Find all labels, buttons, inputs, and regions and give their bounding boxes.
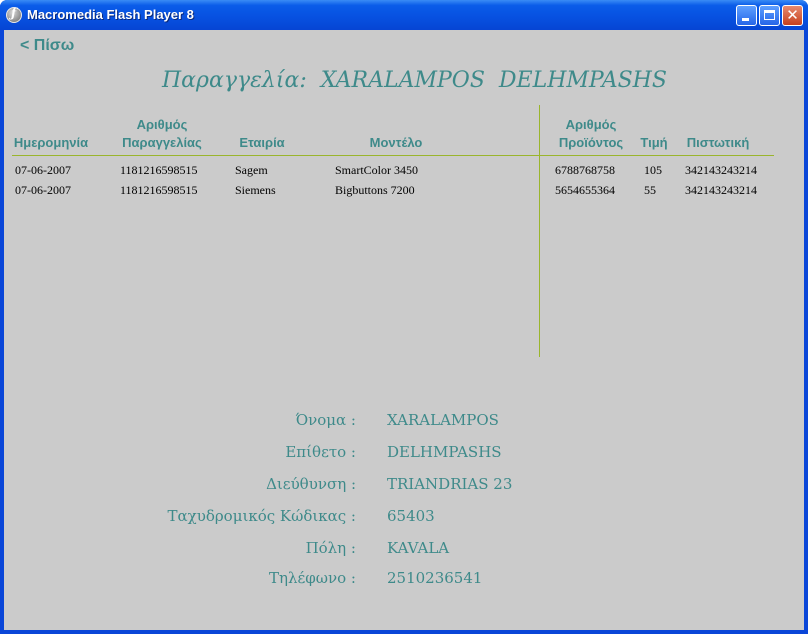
cell-model: SmartColor 3450 xyxy=(335,163,418,177)
cell-order-number: 1181216598515 xyxy=(120,163,198,177)
last-name-label: Επίθετο : xyxy=(285,443,356,461)
cell-model: Bigbuttons 7200 xyxy=(335,183,415,197)
header-price: Τιμή xyxy=(640,135,668,150)
close-button[interactable]: ✕ xyxy=(782,5,803,26)
maximize-button[interactable] xyxy=(759,5,780,26)
address-label: Διεύθυνση : xyxy=(266,475,356,493)
window-title: Macromedia Flash Player 8 xyxy=(27,7,194,22)
cell-date: 07-06-2007 xyxy=(15,183,71,197)
cell-price: 105 xyxy=(644,163,662,177)
cell-credit: 342143243214 xyxy=(685,163,757,177)
cell-company: Siemens xyxy=(235,183,276,197)
cell-order-number: 1181216598515 xyxy=(120,183,198,197)
close-icon: ✕ xyxy=(786,6,799,24)
flash-player-icon xyxy=(6,6,22,23)
city-value: KAVALA xyxy=(387,539,450,557)
first-name-label: Όνομα : xyxy=(295,411,356,429)
header-order-number-line1: Αριθμός xyxy=(136,117,188,132)
back-button[interactable]: < Πίσω xyxy=(20,37,74,55)
address-value: TRIANDRIAS 23 xyxy=(387,475,513,493)
header-product-number-line1: Αριθμός xyxy=(565,117,617,132)
cell-price: 55 xyxy=(644,183,656,197)
order-title: Παραγγελία: XARALAMPOS DELHMPASHS xyxy=(162,68,667,93)
cell-product-number: 5654655364 xyxy=(555,183,615,197)
postal-code-value: 65403 xyxy=(387,507,435,525)
flash-content-area: < Πίσω Παραγγελία: XARALAMPOS DELHMPASHS… xyxy=(4,30,804,630)
postal-code-label: Ταχυδρομικός Κώδικας : xyxy=(167,507,356,525)
minimize-button[interactable] xyxy=(736,5,757,26)
city-label: Πόλη : xyxy=(305,539,356,557)
header-date: Ημερομηνία xyxy=(13,135,89,150)
header-model: Μοντέλο xyxy=(369,135,423,150)
header-order-number-line2: Παραγγελίας xyxy=(122,135,202,150)
header-company: Εταιρία xyxy=(239,135,285,150)
header-divider xyxy=(12,155,774,156)
last-name-value: DELHMPASHS xyxy=(387,443,502,461)
phone-label: Τηλέφωνο : xyxy=(269,569,356,587)
cell-company: Sagem xyxy=(235,163,268,177)
phone-value: 2510236541 xyxy=(387,569,483,587)
header-credit: Πιστωτική xyxy=(686,135,750,150)
flash-player-window: Macromedia Flash Player 8 ✕ < Πίσω Παραγ… xyxy=(0,0,808,634)
minimize-icon xyxy=(742,18,749,21)
title-bar[interactable]: Macromedia Flash Player 8 ✕ xyxy=(0,0,808,30)
cell-date: 07-06-2007 xyxy=(15,163,71,177)
first-name-value: XARALAMPOS xyxy=(387,411,499,429)
maximize-icon xyxy=(764,10,775,20)
header-product-number-line2: Προϊόντος xyxy=(558,135,624,150)
cell-credit: 342143243214 xyxy=(685,183,757,197)
cell-product-number: 6788768758 xyxy=(555,163,615,177)
column-divider xyxy=(539,105,540,357)
window-bottom-border xyxy=(0,630,808,634)
